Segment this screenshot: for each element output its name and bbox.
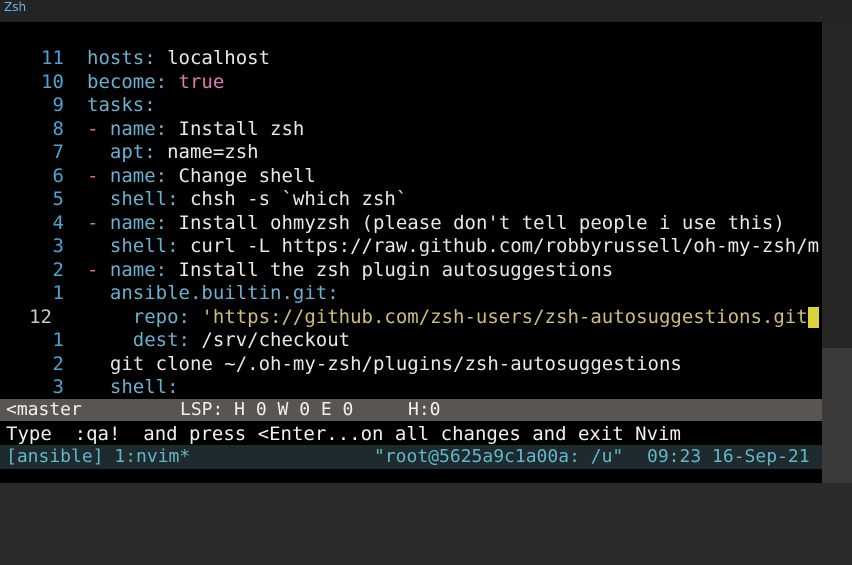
editor-line[interactable]: 11 hosts: localhost: [0, 47, 822, 71]
code-token: true: [178, 70, 225, 93]
code-token: name=zsh: [155, 141, 259, 163]
scrollbar[interactable]: [822, 22, 852, 483]
code-token: shell:: [87, 188, 179, 210]
editor-line[interactable]: 1 ansible.builtin.git:: [0, 282, 822, 306]
code-token: Change shell: [167, 164, 316, 187]
code-token: tasks:: [87, 94, 156, 116]
line-number: 2: [52, 258, 64, 281]
editor-line[interactable]: 4- name: Install ohmyzsh (please don't t…: [0, 212, 822, 236]
code-token: curl -L https://raw.github.com/robbyruss…: [178, 235, 820, 257]
code-token: become:: [87, 70, 168, 93]
code-token: shell:: [87, 376, 179, 398]
code-token: name:: [109, 117, 168, 140]
line-number: 9: [52, 94, 64, 116]
line-code: - name: Install the zsh plugin autosugge…: [64, 259, 613, 283]
line-number: 12: [29, 305, 52, 328]
tmux-session-window[interactable]: [ansible] 1:nvim*: [6, 445, 190, 469]
tmux-clock: 09:23 16-Sep-21: [647, 446, 810, 467]
editor-buffer[interactable]: 11 hosts: localhost 10 become: true 9 tasks: 8…: [0, 47, 822, 423]
line-number: 8: [52, 117, 64, 140]
window-titlebar: Zsh: [0, 0, 852, 22]
lsp-diagnostics: LSP: H 0 W 0 E 0: [180, 399, 354, 420]
code-token: -: [87, 164, 110, 187]
code-token: -: [87, 258, 110, 281]
line-number: 5: [52, 188, 64, 210]
editor-line[interactable]: 1 dest: /srv/checkout: [0, 329, 822, 353]
line-number: 7: [52, 141, 64, 163]
command-line-message: Type :qa! and press <Enter...on all chan…: [6, 423, 681, 445]
line-code: hosts: localhost: [64, 47, 270, 71]
code-token: hosts:: [87, 47, 156, 69]
git-branch: <master: [6, 399, 82, 420]
editor-line[interactable]: 7 apt: name=zsh: [0, 141, 822, 165]
code-token: name:: [109, 164, 168, 187]
line-number: 3: [52, 235, 64, 257]
code-token: Install ohmyzsh (please don't tell peopl…: [167, 211, 785, 234]
line-code: - name: Install ohmyzsh (please don't te…: [64, 212, 785, 236]
code-token: localhost: [155, 47, 271, 69]
line-code: ansible.builtin.git:: [64, 282, 339, 306]
line-code: repo: 'https://github.com/zsh-users/zsh-…: [52, 306, 819, 330]
code-token: 'https://github.com/zsh-users/zsh-autosu…: [189, 305, 808, 328]
line-number: 2: [52, 352, 64, 375]
nvim-statusline: <master LSP: H 0 W 0 E 0 H:0: [0, 399, 822, 421]
line-number: 11: [41, 47, 64, 69]
code-token: -: [87, 117, 110, 140]
editor-line[interactable]: 8- name: Install zsh: [0, 118, 822, 142]
code-token: Install the zsh plugin autosuggestions: [167, 258, 614, 281]
editor-line-current[interactable]: 12 repo: 'https://github.com/zsh-users/z…: [0, 306, 822, 330]
line-code: - name: Install zsh: [64, 118, 304, 142]
scrollbar-thumb[interactable]: [822, 348, 852, 483]
lsp-hints: H:0: [408, 399, 441, 420]
code-token: -: [87, 211, 110, 234]
code-token: ansible.builtin.git:: [87, 282, 339, 304]
editor-line[interactable]: 2 git clone ~/.oh-my-zsh/plugins/zsh-aut…: [0, 353, 822, 377]
line-number: 1: [52, 329, 64, 351]
editor-line[interactable]: 3 shell: curl -L https://raw.github.com/…: [0, 235, 822, 259]
line-number: 10: [41, 70, 64, 93]
tmux-statusbar: [ansible] 1:nvim* "root@5625a9c1a00a: /u…: [0, 445, 822, 469]
line-number: 3: [52, 376, 64, 398]
line-number: 1: [52, 282, 64, 304]
code-token: repo:: [87, 305, 190, 328]
line-number: 6: [52, 164, 64, 187]
editor-line[interactable]: 6- name: Change shell: [0, 165, 822, 189]
code-token: name:: [109, 211, 168, 234]
line-code: shell: curl -L https://raw.github.com/ro…: [64, 235, 819, 259]
code-token: apt:: [87, 141, 156, 163]
window-title: Zsh: [4, 0, 27, 14]
line-code: - name: Change shell: [64, 165, 316, 189]
line-code: git clone ~/.oh-my-zsh/plugins/zsh-autos…: [64, 353, 682, 377]
editor-line[interactable]: 10 become: true: [0, 71, 822, 95]
code-token: git clone ~/.oh-my-zsh/plugins/zsh-autos…: [87, 352, 682, 375]
code-token: name:: [109, 258, 168, 281]
editor-line[interactable]: 9 tasks:: [0, 94, 822, 118]
code-token: /srv/checkout: [189, 329, 351, 351]
tmux-pane-title: "root@5625a9c1a00a: /u": [374, 446, 624, 467]
editor-line[interactable]: 2- name: Install the zsh plugin autosugg…: [0, 259, 822, 283]
line-code: shell:: [64, 376, 179, 400]
line-code: become: true: [64, 71, 224, 95]
code-token: shell:: [87, 235, 179, 257]
line-code: tasks:: [64, 94, 156, 118]
terminal-area[interactable]: 11 hosts: localhost 10 become: true 9 tasks: 8…: [0, 22, 822, 483]
line-number: 4: [52, 211, 64, 234]
line-code: dest: /srv/checkout: [64, 329, 350, 353]
code-token: dest:: [87, 329, 190, 351]
code-token: Install zsh: [167, 117, 305, 140]
code-token: chsh -s `which zsh`: [178, 188, 408, 210]
editor-line[interactable]: 3 shell:: [0, 376, 822, 400]
line-code: apt: name=zsh: [64, 141, 259, 165]
text-cursor: [807, 306, 819, 328]
editor-line[interactable]: 5 shell: chsh -s `which zsh`: [0, 188, 822, 212]
line-code: shell: chsh -s `which zsh`: [64, 188, 407, 212]
